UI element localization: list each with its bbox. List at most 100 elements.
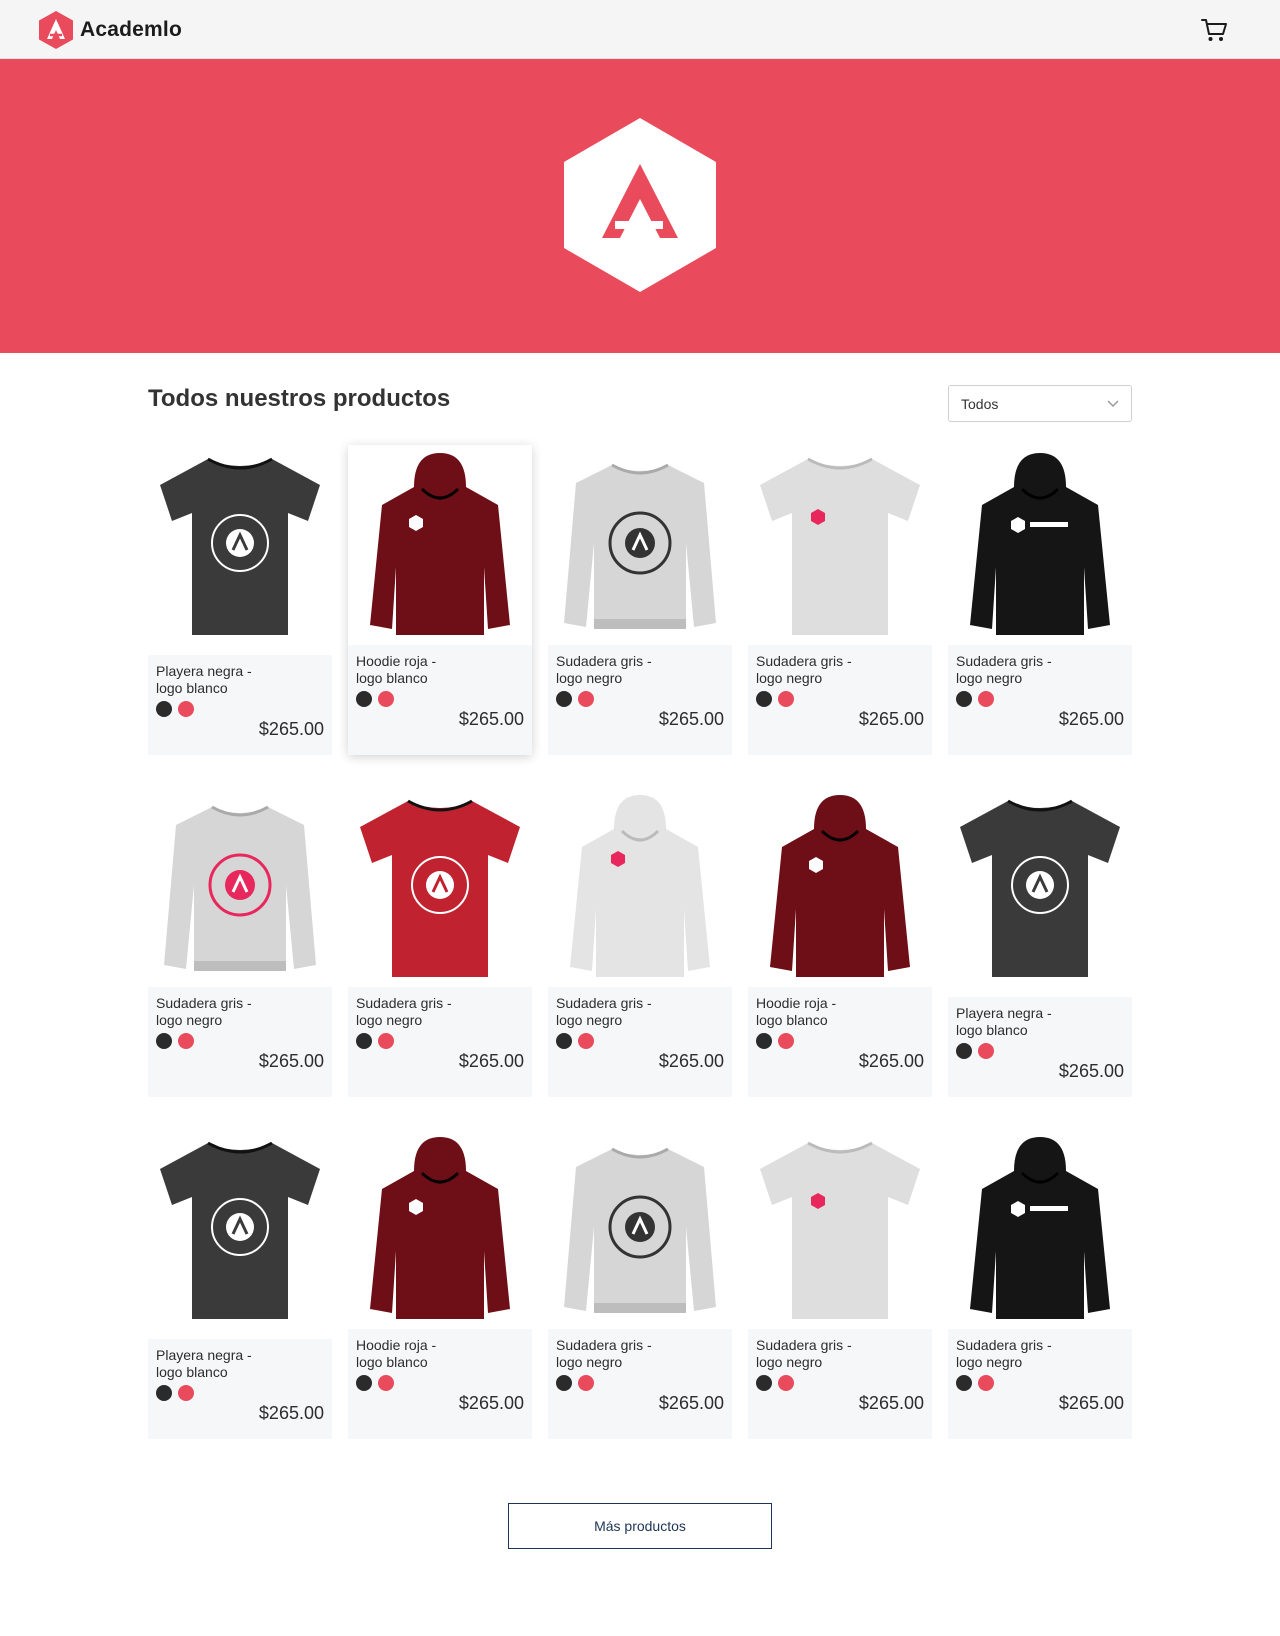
product-image[interactable]	[948, 1129, 1132, 1329]
swatch-black[interactable]	[756, 1033, 772, 1049]
swatch-red[interactable]	[978, 1375, 994, 1391]
product-price: $265.00	[858, 1051, 924, 1071]
swatch-black[interactable]	[956, 691, 972, 707]
shopping-cart-icon[interactable]	[1200, 16, 1228, 44]
product-image[interactable]	[548, 787, 732, 987]
product-price: $265.00	[1058, 1393, 1124, 1413]
product-name: Sudadera gris - logo negro	[756, 1337, 852, 1370]
product-info: Hoodie roja - logo blanco $265.00	[348, 1329, 532, 1439]
product-card[interactable]: Sudadera gris - logo negro $265.00	[948, 445, 1132, 755]
product-name: Playera negra - logo blanco	[156, 663, 252, 696]
product-image[interactable]	[748, 1129, 932, 1329]
product-image[interactable]	[148, 1129, 332, 1329]
product-info: Sudadera gris - logo negro $265.00	[548, 987, 732, 1097]
product-price: $265.00	[1058, 709, 1124, 729]
color-swatches	[556, 1033, 724, 1049]
swatch-red[interactable]	[978, 1043, 994, 1059]
product-image[interactable]	[348, 1129, 532, 1329]
product-grid: Playera negra - logo blanco $265.00 Hood…	[148, 445, 1132, 1439]
product-info: Sudadera gris - logo negro $265.00	[948, 1329, 1132, 1439]
swatch-red[interactable]	[378, 1375, 394, 1391]
color-swatches	[156, 701, 324, 717]
product-image[interactable]	[548, 1129, 732, 1329]
product-price: $265.00	[658, 1393, 724, 1413]
product-image[interactable]	[948, 445, 1132, 645]
color-swatches	[156, 1385, 324, 1401]
product-image[interactable]	[748, 787, 932, 987]
product-card[interactable]: Sudadera gris - logo negro $265.00	[548, 787, 732, 1097]
product-name: Playera negra - logo blanco	[156, 1347, 252, 1380]
product-price: $265.00	[258, 719, 324, 739]
swatch-black[interactable]	[356, 1033, 372, 1049]
product-card[interactable]: Sudadera gris - logo negro $265.00	[748, 1129, 932, 1439]
product-image[interactable]	[348, 445, 532, 645]
product-info: Playera negra - logo blanco $265.00	[148, 1339, 332, 1439]
swatch-red[interactable]	[778, 1375, 794, 1391]
product-card[interactable]: Sudadera gris - logo negro $265.00	[548, 1129, 732, 1439]
more-products-button[interactable]: Más productos	[508, 1503, 772, 1549]
swatch-black[interactable]	[956, 1375, 972, 1391]
swatch-black[interactable]	[556, 1375, 572, 1391]
product-card[interactable]: Sudadera gris - logo negro $265.00	[748, 445, 932, 755]
color-swatches	[956, 1043, 1124, 1059]
product-image[interactable]	[748, 445, 932, 645]
product-image[interactable]	[948, 787, 1132, 987]
color-swatches	[356, 691, 524, 707]
product-card[interactable]: Hoodie roja - logo blanco $265.00	[748, 787, 932, 1097]
product-image[interactable]	[348, 787, 532, 987]
swatch-red[interactable]	[578, 1375, 594, 1391]
top-navbar: Academlo	[0, 0, 1280, 59]
product-card[interactable]: Sudadera gris - logo negro $265.00	[948, 1129, 1132, 1439]
product-card[interactable]: Hoodie roja - logo blanco $265.00	[348, 1129, 532, 1439]
product-card[interactable]: Playera negra - logo blanco $265.00	[148, 1129, 332, 1439]
swatch-black[interactable]	[356, 691, 372, 707]
color-swatches	[356, 1033, 524, 1049]
product-name: Sudadera gris - logo negro	[156, 995, 252, 1028]
product-card[interactable]: Hoodie roja - logo blanco $265.00	[348, 445, 532, 755]
swatch-red[interactable]	[778, 1033, 794, 1049]
swatch-red[interactable]	[578, 1033, 594, 1049]
color-swatches	[756, 691, 924, 707]
category-filter-select[interactable]: Todos	[948, 385, 1132, 422]
swatch-black[interactable]	[156, 1385, 172, 1401]
academlo-logo-icon	[39, 11, 73, 49]
brand-logo-link[interactable]: Academlo	[38, 10, 182, 50]
product-image[interactable]	[148, 787, 332, 987]
swatch-black[interactable]	[356, 1375, 372, 1391]
swatch-black[interactable]	[556, 1033, 572, 1049]
swatch-black[interactable]	[156, 1033, 172, 1049]
product-name: Hoodie roja - logo blanco	[356, 1337, 437, 1370]
swatch-black[interactable]	[756, 1375, 772, 1391]
product-info: Sudadera gris - logo negro $265.00	[548, 645, 732, 755]
product-card[interactable]: Sudadera gris - logo negro $265.00	[348, 787, 532, 1097]
brand-name: Academlo	[80, 18, 182, 41]
chevron-down-icon	[1107, 399, 1119, 407]
color-swatches	[556, 691, 724, 707]
product-card[interactable]: Sudadera gris - logo negro $265.00	[148, 787, 332, 1097]
color-swatches	[956, 1375, 1124, 1391]
product-card[interactable]: Playera negra - logo blanco $265.00	[148, 445, 332, 755]
product-info: Sudadera gris - logo negro $265.00	[348, 987, 532, 1097]
color-swatches	[356, 1375, 524, 1391]
swatch-red[interactable]	[178, 1385, 194, 1401]
swatch-black[interactable]	[756, 691, 772, 707]
academlo-hexagon-logo-icon	[564, 118, 716, 292]
swatch-red[interactable]	[378, 1033, 394, 1049]
swatch-red[interactable]	[578, 691, 594, 707]
product-card[interactable]: Playera negra - logo blanco $265.00	[948, 787, 1132, 1097]
swatch-red[interactable]	[778, 691, 794, 707]
swatch-black[interactable]	[956, 1043, 972, 1059]
product-card[interactable]: Sudadera gris - logo negro $265.00	[548, 445, 732, 755]
product-price: $265.00	[858, 709, 924, 729]
product-image[interactable]	[148, 445, 332, 645]
color-swatches	[156, 1033, 324, 1049]
swatch-red[interactable]	[378, 691, 394, 707]
color-swatches	[756, 1375, 924, 1391]
swatch-red[interactable]	[178, 1033, 194, 1049]
swatch-red[interactable]	[178, 701, 194, 717]
swatch-red[interactable]	[978, 691, 994, 707]
swatch-black[interactable]	[556, 691, 572, 707]
product-image[interactable]	[548, 445, 732, 645]
product-price: $265.00	[658, 1051, 724, 1071]
swatch-black[interactable]	[156, 701, 172, 717]
